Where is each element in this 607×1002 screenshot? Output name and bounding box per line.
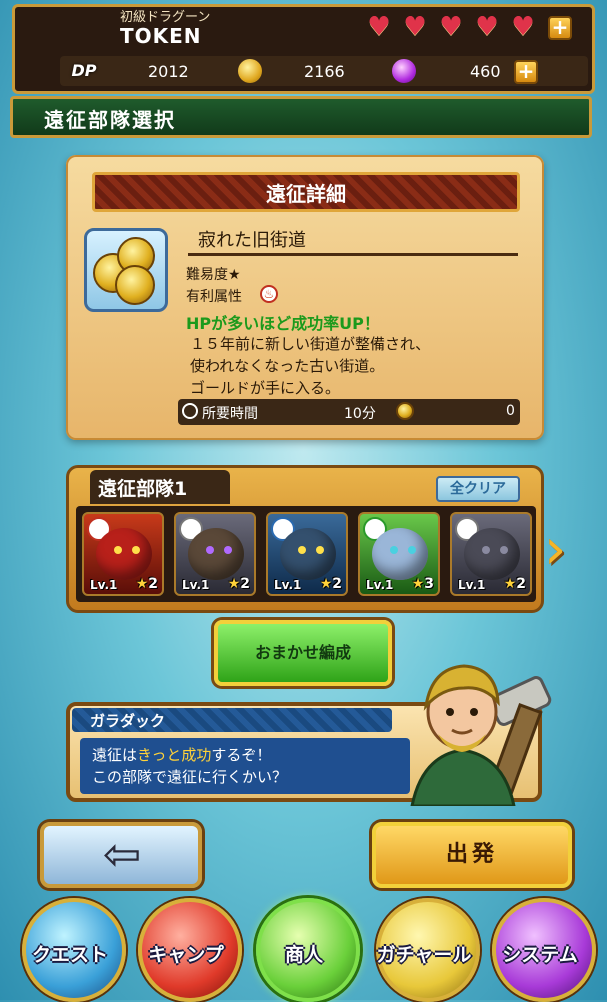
gold-value: 2166	[304, 62, 345, 81]
gold-reward-icon	[84, 228, 168, 312]
nav-shop[interactable]: 商人	[246, 898, 362, 1002]
gem-icon	[392, 59, 416, 83]
clock-icon	[182, 403, 198, 419]
heart-icon: ♥	[439, 12, 463, 42]
nav-gacha-label: ガチャール	[376, 944, 472, 966]
quest-name: 寂れた旧街道	[198, 230, 306, 251]
back-arrow-icon: ⇦	[102, 827, 142, 881]
nav-quest-label: クエスト	[31, 944, 108, 966]
player-rank: 初級ドラグーン	[120, 10, 211, 25]
party-slot-1[interactable]: Lv.1 ★2	[82, 512, 164, 596]
nav-system[interactable]: システム	[482, 898, 598, 1002]
detail-title: 遠征詳細	[266, 182, 346, 206]
party-slot-5[interactable]: Lv.1 ★2	[450, 512, 532, 596]
favored-attribute-label: 有利属性	[186, 289, 242, 305]
nav-camp[interactable]: キャンプ	[128, 898, 244, 1002]
nav-system-label: システム	[502, 944, 578, 966]
duration-label: 所要時間	[202, 406, 258, 422]
nav-camp-label: キャンプ	[148, 944, 224, 966]
gold-coin-icon	[396, 402, 414, 420]
quest-description: １５年前に新しい街道が整備され、 使われなくなった古い街道。 ゴールドが手に入る…	[190, 335, 431, 397]
party-slot-2[interactable]: Lv.1 ★2	[174, 512, 256, 596]
difficulty: 難易度★	[186, 267, 241, 283]
unit-rarity: ★2	[227, 576, 250, 592]
dialog-line-2: この部隊で遠征に行くかい？	[92, 768, 288, 786]
unit-rarity: ★3	[411, 576, 434, 592]
reward-value: 0	[506, 403, 515, 419]
player-name: TOKEN	[120, 24, 202, 48]
nav-gacha[interactable]: ガチャール	[366, 898, 482, 1002]
add-gem-button[interactable]: +	[514, 60, 538, 84]
nav-quest[interactable]: クエスト	[12, 898, 128, 1002]
unit-rarity: ★2	[135, 576, 158, 592]
heart-icon: ♥	[403, 12, 427, 42]
heart-icon: ♥	[367, 12, 391, 42]
screen-title: 遠征部隊選択	[44, 108, 176, 132]
fire-attribute-icon: ♨	[260, 285, 278, 303]
heart-icon: ♥	[511, 12, 535, 42]
gold-coin-icon	[238, 59, 262, 83]
dp-icon: DP	[71, 61, 97, 80]
unit-level: Lv.1	[458, 578, 486, 592]
dp-value: 2012	[148, 62, 189, 81]
party-slot-3[interactable]: Lv.1 ★2	[266, 512, 348, 596]
clear-all-button[interactable]: 全クリア	[436, 476, 520, 502]
unit-level: Lv.1	[182, 578, 210, 592]
unit-rarity: ★2	[503, 576, 526, 592]
unit-level: Lv.1	[366, 578, 394, 592]
nav-shop-label: 商人	[284, 944, 323, 966]
speaker-name: ガラダック	[90, 712, 166, 730]
depart-button[interactable]: 出発	[372, 822, 572, 888]
npc-portrait	[410, 664, 552, 806]
gem-value: 460	[470, 62, 501, 81]
duration-value: 10分	[344, 406, 376, 422]
dialog-line-1: 遠征はきっと成功するぞ！	[92, 746, 272, 764]
unit-level: Lv.1	[274, 578, 302, 592]
party-slot-4[interactable]: Lv.1 ★3	[358, 512, 440, 596]
unit-level: Lv.1	[90, 578, 118, 592]
auto-formation-button[interactable]: おまかせ編成	[214, 620, 392, 686]
unit-rarity: ★2	[319, 576, 342, 592]
success-bonus-text: HPが多いほど成功率UP！	[186, 314, 380, 333]
next-party-arrow-icon[interactable]: ›	[544, 522, 584, 582]
divider	[188, 253, 518, 256]
add-stamina-button[interactable]: +	[548, 16, 572, 40]
heart-icon: ♥	[475, 12, 499, 42]
party-title: 遠征部隊1	[98, 478, 188, 500]
